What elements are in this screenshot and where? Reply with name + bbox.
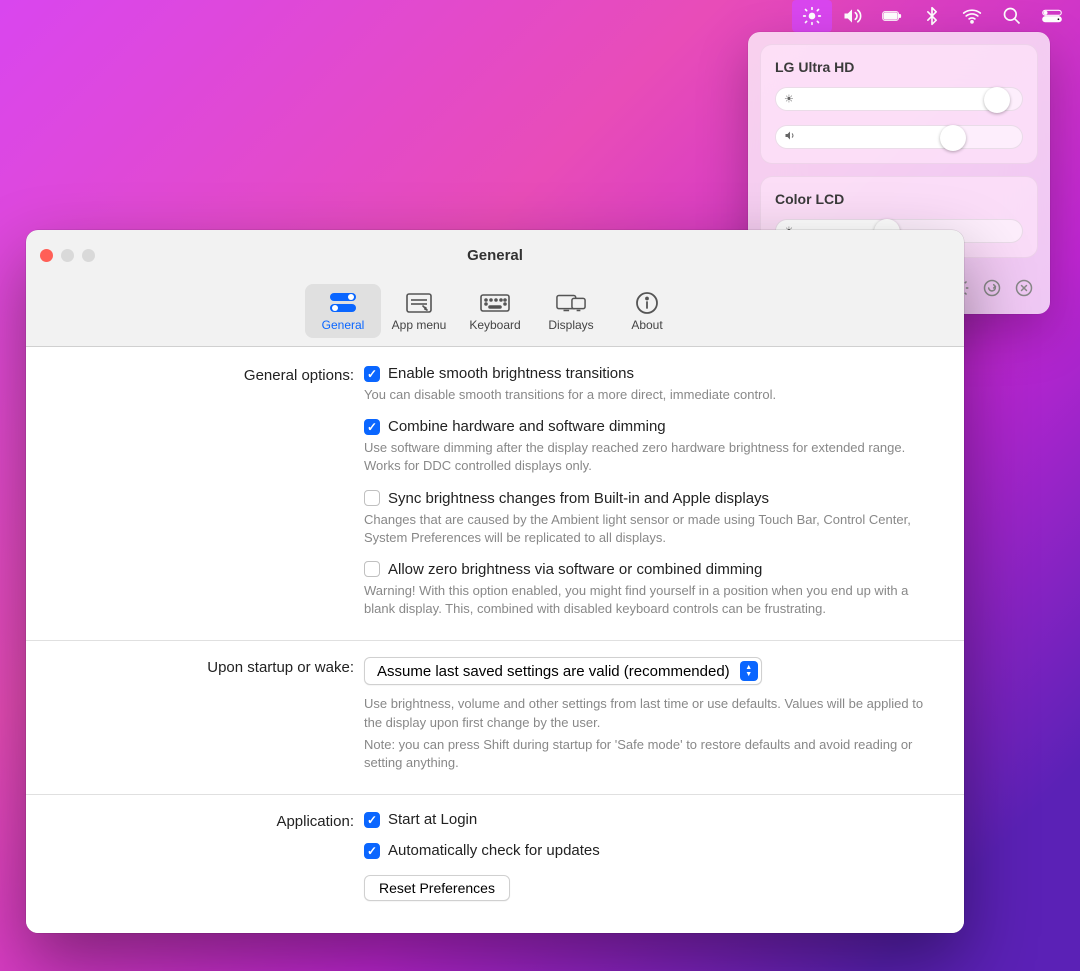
volume-slider[interactable] — [775, 125, 1023, 149]
brightness-icon: ☀︎ — [784, 93, 794, 106]
display-name: Color LCD — [775, 191, 1023, 207]
checkbox-label: Automatically check for updates — [388, 842, 600, 859]
titlebar[interactable]: General — [26, 230, 964, 280]
minimize-window-button[interactable] — [61, 249, 74, 262]
traffic-lights — [40, 249, 95, 262]
zoom-window-button[interactable] — [82, 249, 95, 262]
tab-label: Keyboard — [469, 318, 520, 332]
help-text: Changes that are caused by the Ambient l… — [364, 511, 928, 547]
search-menubar-icon[interactable] — [992, 0, 1032, 32]
checkbox-allow-zero[interactable] — [364, 561, 380, 577]
toolbar: General App menu Keyboard Displays About — [26, 280, 964, 347]
help-text: Use software dimming after the display r… — [364, 439, 928, 475]
menu-icon — [404, 290, 434, 316]
checkbox-combine-dimming[interactable] — [364, 419, 380, 435]
section-label: Application: — [52, 811, 364, 901]
divider — [26, 640, 964, 641]
checkbox-start-at-login[interactable] — [364, 812, 380, 828]
brightness-menubar-icon[interactable] — [792, 0, 832, 32]
tab-displays[interactable]: Displays — [533, 284, 609, 338]
keyboard-icon — [480, 290, 510, 316]
brightness-slider[interactable]: ☀︎ — [775, 87, 1023, 111]
section-label: General options: — [52, 365, 364, 632]
checkbox-label: Sync brightness changes from Built-in an… — [388, 490, 769, 507]
display-name: LG Ultra HD — [775, 59, 1023, 75]
checkbox-label: Start at Login — [388, 811, 477, 828]
wifi-menubar-icon[interactable] — [952, 0, 992, 32]
tab-keyboard[interactable]: Keyboard — [457, 284, 533, 338]
checkbox-label: Enable smooth brightness transitions — [388, 365, 634, 382]
menubar — [0, 0, 1080, 32]
tab-label: General — [322, 318, 365, 332]
toggles-icon — [328, 290, 358, 316]
checkbox-sync-brightness[interactable] — [364, 490, 380, 506]
tab-label: App menu — [392, 318, 447, 332]
checkbox-label: Combine hardware and software dimming — [388, 418, 666, 435]
window-title: General — [467, 247, 523, 264]
startup-select[interactable]: Assume last saved settings are valid (re… — [364, 657, 762, 685]
content: General options: Enable smooth brightnes… — [26, 347, 964, 933]
preferences-window: General General App menu Keyboard Displa… — [26, 230, 964, 933]
select-value: Assume last saved settings are valid (re… — [377, 663, 730, 680]
volume-icon — [784, 130, 796, 145]
displays-icon — [556, 290, 586, 316]
tab-label: Displays — [548, 318, 593, 332]
help-text: Use brightness, volume and other setting… — [364, 695, 928, 731]
refresh-icon[interactable] — [978, 274, 1006, 302]
volume-menubar-icon[interactable] — [832, 0, 872, 32]
tab-app-menu[interactable]: App menu — [381, 284, 457, 338]
tab-general[interactable]: General — [305, 284, 381, 338]
checkbox-label: Allow zero brightness via software or co… — [388, 561, 762, 578]
close-icon[interactable] — [1010, 274, 1038, 302]
tab-label: About — [631, 318, 662, 332]
close-window-button[interactable] — [40, 249, 53, 262]
bluetooth-menubar-icon[interactable] — [912, 0, 952, 32]
checkbox-smooth-transitions[interactable] — [364, 366, 380, 382]
help-text: Warning! With this option enabled, you m… — [364, 582, 928, 618]
checkbox-auto-update[interactable] — [364, 843, 380, 859]
section-label: Upon startup or wake: — [52, 657, 364, 786]
info-icon — [632, 290, 662, 316]
display-card: LG Ultra HD ☀︎ — [760, 44, 1038, 164]
control-center-menubar-icon[interactable] — [1032, 0, 1072, 32]
tab-about[interactable]: About — [609, 284, 685, 338]
chevron-updown-icon: ▲▼ — [740, 661, 758, 681]
divider — [26, 794, 964, 795]
help-text: Note: you can press Shift during startup… — [364, 736, 928, 772]
battery-menubar-icon[interactable] — [872, 0, 912, 32]
reset-preferences-button[interactable]: Reset Preferences — [364, 875, 510, 901]
help-text: You can disable smooth transitions for a… — [364, 386, 928, 404]
